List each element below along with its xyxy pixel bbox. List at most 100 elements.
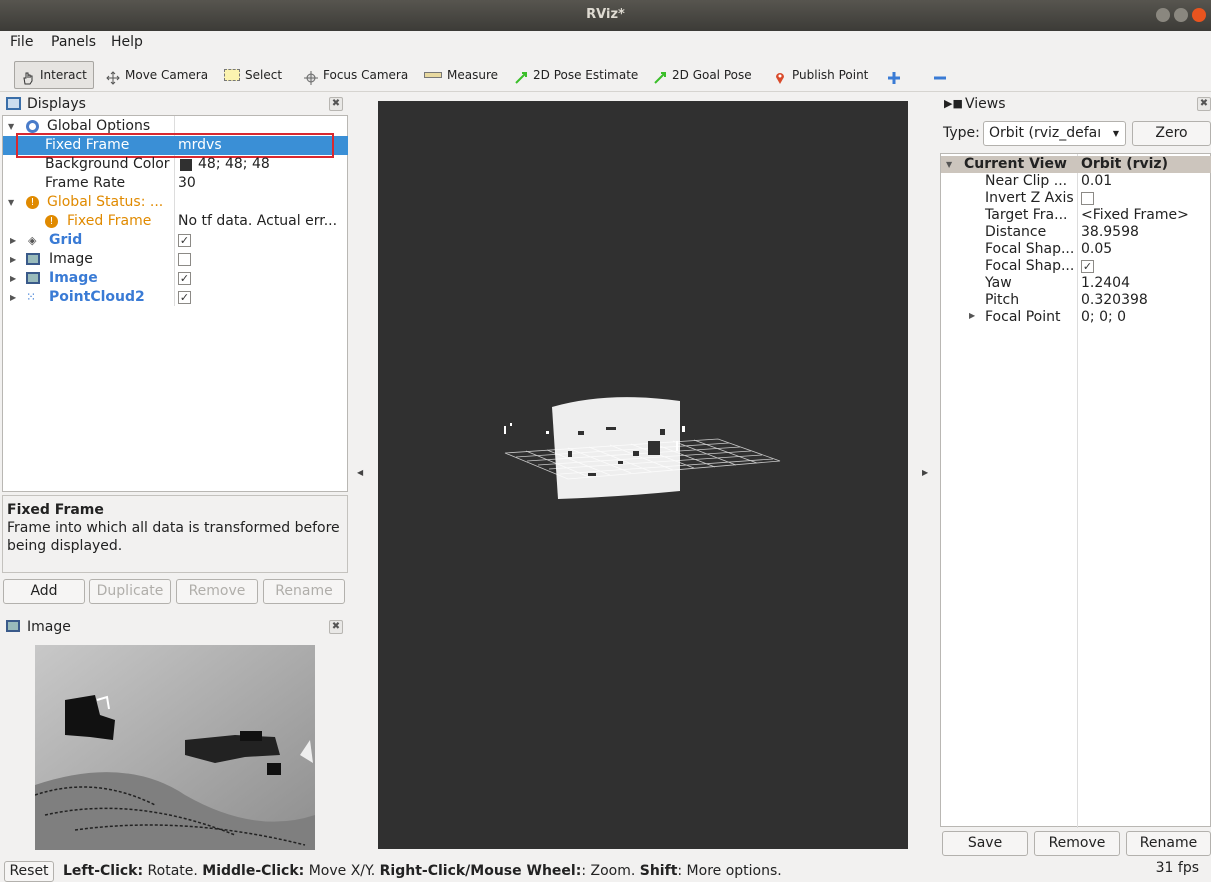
collapse-right-icon[interactable]: ▶	[922, 468, 928, 477]
collapse-arrow-icon[interactable]: ▶	[10, 231, 16, 250]
menu-help[interactable]: Help	[111, 34, 143, 50]
target-frame-label: Target Fra...	[985, 207, 1068, 223]
pitch-value[interactable]: 0.320398	[1081, 292, 1148, 309]
zero-button[interactable]: Zero	[1132, 121, 1211, 146]
tree-row-background-color[interactable]: Background Color 48; 48; 48	[3, 155, 348, 174]
hand-icon	[21, 68, 35, 85]
focus-camera-tool[interactable]: Focus Camera	[304, 61, 408, 89]
grid-enable-checkbox[interactable]: ✓	[178, 234, 191, 247]
invert-z-checkbox[interactable]	[1081, 192, 1094, 205]
select-icon	[224, 69, 240, 81]
view-type-label: Type:	[943, 125, 980, 141]
publish-point-tool[interactable]: Publish Point	[773, 61, 868, 89]
2d-pose-estimate-tool[interactable]: 2D Pose Estimate	[514, 61, 638, 89]
menu-file[interactable]: File	[10, 34, 33, 50]
duplicate-display-button[interactable]: Duplicate	[89, 579, 171, 604]
tree-row-global-status[interactable]: ▼ ! Global Status: ...	[3, 193, 348, 212]
goal-arrow-icon	[653, 68, 667, 84]
current-view-row[interactable]: ▼ Current View Orbit (rviz)	[941, 156, 1211, 173]
tree-row-status-fixed-frame[interactable]: ! Fixed Frame No tf data. Actual err...	[3, 212, 348, 231]
expand-arrow-icon[interactable]: ▼	[8, 117, 14, 136]
close-image-panel-button[interactable]: ✖	[329, 620, 343, 634]
reset-button[interactable]: Reset	[4, 861, 54, 882]
monitor-icon	[6, 97, 21, 110]
displays-panel-header: Displays ✖	[2, 94, 348, 114]
tree-row-pointcloud2[interactable]: ▶ ⁙ PointCloud2 ✓	[3, 288, 348, 307]
view-type-select[interactable]: Orbit (rviz_defaı ▼	[983, 121, 1126, 146]
select-tool[interactable]: Select	[224, 61, 282, 89]
window-title: RViz*	[586, 7, 625, 22]
warning-icon: !	[26, 196, 39, 209]
expand-arrow-icon[interactable]: ▼	[946, 156, 952, 173]
menu-panels[interactable]: Panels	[51, 34, 96, 50]
help-title: Fixed Frame	[7, 502, 104, 518]
invert-z-label: Invert Z Axis	[985, 190, 1074, 206]
displays-title: Displays	[27, 96, 86, 112]
focal-point-value[interactable]: 0; 0; 0	[1081, 309, 1126, 326]
distance-value[interactable]: 38.9598	[1081, 224, 1139, 241]
gear-icon	[26, 120, 39, 133]
status-bar: Reset Left-Click: Rotate. Middle-Click: …	[0, 860, 1211, 882]
close-window-button[interactable]	[1192, 8, 1206, 22]
focal-shape-size-value[interactable]: 0.05	[1081, 241, 1112, 258]
collapse-arrow-icon[interactable]: ▶	[969, 311, 975, 320]
focal-shape-fixed-checkbox[interactable]: ✓	[1081, 260, 1094, 273]
measure-tool[interactable]: Measure	[424, 61, 498, 89]
remove-view-button[interactable]: Remove	[1034, 831, 1120, 856]
yaw-value[interactable]: 1.2404	[1081, 275, 1130, 292]
tree-row-grid[interactable]: ▶ ◈ Grid ✓	[3, 231, 348, 250]
tree-row-image-1[interactable]: ▶ Image	[3, 250, 348, 269]
warning-icon: !	[45, 215, 58, 228]
pointcloud2-enable-checkbox[interactable]: ✓	[178, 291, 191, 304]
focal-shape-fixed-label: Focal Shap...	[985, 258, 1075, 274]
3d-viewport[interactable]	[378, 101, 908, 849]
focal-point-label: Focal Point	[985, 309, 1061, 325]
target-frame-value[interactable]: <Fixed Frame>	[1081, 207, 1189, 224]
interact-tool[interactable]: Interact	[14, 61, 94, 89]
add-tool-button[interactable]	[887, 61, 901, 89]
close-views-button[interactable]: ✖	[1197, 97, 1211, 111]
minimize-button[interactable]	[1156, 8, 1170, 22]
collapse-arrow-icon[interactable]: ▶	[10, 269, 16, 288]
image-icon	[26, 272, 40, 284]
pointcloud-icon: ⁙	[26, 290, 37, 304]
focus-camera-icon	[304, 68, 318, 85]
views-title: Views	[965, 96, 1006, 112]
yaw-label: Yaw	[985, 275, 1012, 291]
image-panel	[2, 639, 348, 850]
image-panel-header: Image ✖	[2, 617, 348, 637]
rename-display-button[interactable]: Rename	[263, 579, 345, 604]
camera-image	[35, 645, 315, 850]
close-displays-button[interactable]: ✖	[329, 97, 343, 111]
collapse-arrow-icon[interactable]: ▶	[10, 250, 16, 269]
rename-view-button[interactable]: Rename	[1126, 831, 1211, 856]
maximize-button[interactable]	[1174, 8, 1188, 22]
property-help-box: Fixed Frame Frame into which all data is…	[2, 495, 348, 573]
views-tree: ▼ Current View Orbit (rviz) Near Clip ..…	[940, 153, 1211, 828]
expand-arrow-icon[interactable]: ▼	[8, 193, 14, 212]
title-bar: RViz*	[0, 0, 1211, 31]
distance-label: Distance	[985, 224, 1047, 240]
near-clip-value[interactable]: 0.01	[1081, 173, 1112, 190]
pointcloud-points	[504, 397, 685, 499]
add-display-button[interactable]: Add	[3, 579, 85, 604]
minus-icon	[933, 68, 947, 82]
move-camera-tool[interactable]: Move Camera	[106, 61, 208, 89]
collapse-left-icon[interactable]: ◀	[357, 468, 363, 477]
views-panel-header: ▶■ Views ✖	[940, 94, 1211, 114]
2d-goal-pose-tool[interactable]: 2D Goal Pose	[653, 61, 752, 89]
image-1-enable-checkbox[interactable]	[178, 253, 191, 266]
remove-tool-button[interactable]	[933, 61, 947, 89]
image-2-enable-checkbox[interactable]: ✓	[178, 272, 191, 285]
grid-icon: ◈	[28, 234, 37, 247]
chevron-down-icon: ▼	[1112, 129, 1119, 138]
map-pin-icon	[773, 68, 787, 84]
tree-row-image-2[interactable]: ▶ Image ✓	[3, 269, 348, 288]
color-swatch[interactable]	[180, 159, 192, 171]
collapse-arrow-icon[interactable]: ▶	[10, 288, 16, 307]
remove-display-button[interactable]: Remove	[176, 579, 258, 604]
pitch-label: Pitch	[985, 292, 1020, 308]
tree-row-frame-rate[interactable]: Frame Rate 30	[3, 174, 348, 193]
save-view-button[interactable]: Save	[942, 831, 1028, 856]
camera-icon: ▶■	[944, 97, 963, 110]
